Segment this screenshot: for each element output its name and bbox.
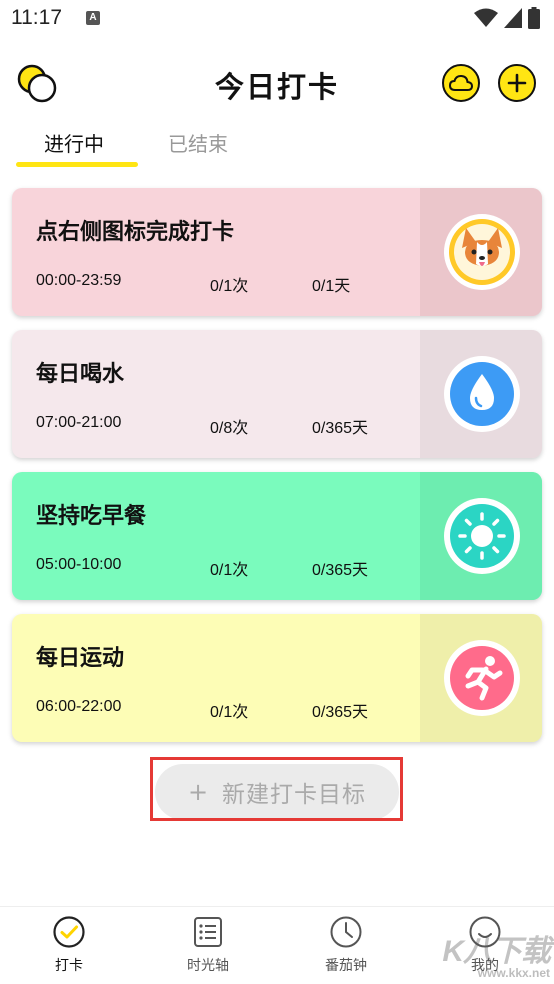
card-days: 0/1天 <box>312 278 351 295</box>
card-count: 0/8次 <box>210 420 249 437</box>
list-icon <box>194 917 222 947</box>
card-time-range: 07:00-21:00 <box>36 414 122 431</box>
card-time-range: 00:00-23:59 <box>36 272 122 289</box>
active-tab-indicator <box>16 162 138 167</box>
card-days: 0/365天 <box>312 704 369 721</box>
tab-in-progress[interactable]: 进行中 <box>44 128 104 157</box>
card-days: 0/365天 <box>312 420 369 437</box>
header: 今日打卡 <box>0 58 554 108</box>
card-title: 每日运动 <box>36 646 125 671</box>
card-side-panel <box>420 330 542 458</box>
checkmark-circle-icon <box>53 916 85 948</box>
plus-icon <box>507 73 527 93</box>
nav-item-timeline[interactable]: 时光轴 <box>153 915 263 975</box>
card-side-panel <box>420 614 542 742</box>
corgi-icon[interactable] <box>444 214 520 290</box>
card-count: 0/1次 <box>210 704 249 721</box>
card-title: 坚持吃早餐 <box>36 504 147 529</box>
cloud-sync-button[interactable] <box>442 64 480 102</box>
signal-icon <box>504 8 522 28</box>
water-drop-icon[interactable] <box>444 356 520 432</box>
watermark: K八下载 www.kkx.net <box>442 926 551 980</box>
tab-bar: 进行中 已结束 <box>0 128 554 172</box>
card-side-panel <box>420 472 542 600</box>
card-count: 0/1次 <box>210 278 249 295</box>
checkin-card[interactable]: 每日运动 06:00-22:00 0/1次 0/365天 <box>12 614 542 742</box>
status-time: 11:17 <box>11 6 62 29</box>
clock-icon <box>330 916 362 948</box>
running-icon[interactable] <box>444 640 520 716</box>
checkin-card[interactable]: 每日喝水 07:00-21:00 0/8次 0/365天 <box>12 330 542 458</box>
status-icons <box>474 7 540 29</box>
highlight-annotation-box <box>150 757 403 821</box>
watermark-logo: K八下载 <box>442 935 551 968</box>
status-bar: 11:17 A <box>0 0 554 38</box>
card-count: 0/1次 <box>210 562 249 579</box>
nav-item-pomodoro[interactable]: 番茄钟 <box>291 915 401 975</box>
sun-icon[interactable] <box>444 498 520 574</box>
nav-label: 时光轴 <box>187 958 229 974</box>
tab-ended[interactable]: 已结束 <box>168 128 228 157</box>
nav-label: 番茄钟 <box>325 958 367 974</box>
card-days: 0/365天 <box>312 562 369 579</box>
battery-icon <box>528 7 540 29</box>
card-title: 每日喝水 <box>36 362 125 387</box>
card-time-range: 05:00-10:00 <box>36 556 122 573</box>
nav-item-checkin[interactable]: 打卡 <box>14 915 124 975</box>
checkin-card[interactable]: 坚持吃早餐 05:00-10:00 0/1次 0/365天 <box>12 472 542 600</box>
card-title: 点右侧图标完成打卡 <box>36 220 235 245</box>
nav-label: 打卡 <box>55 958 83 974</box>
notification-icon: A <box>86 11 100 25</box>
card-side-panel <box>420 188 542 316</box>
card-time-range: 06:00-22:00 <box>36 698 122 715</box>
cloud-icon <box>449 74 473 91</box>
wifi-icon <box>474 8 498 27</box>
checkin-card[interactable]: 点右侧图标完成打卡 00:00-23:59 0/1次 0/1天 <box>12 188 542 316</box>
add-button[interactable] <box>498 64 536 102</box>
